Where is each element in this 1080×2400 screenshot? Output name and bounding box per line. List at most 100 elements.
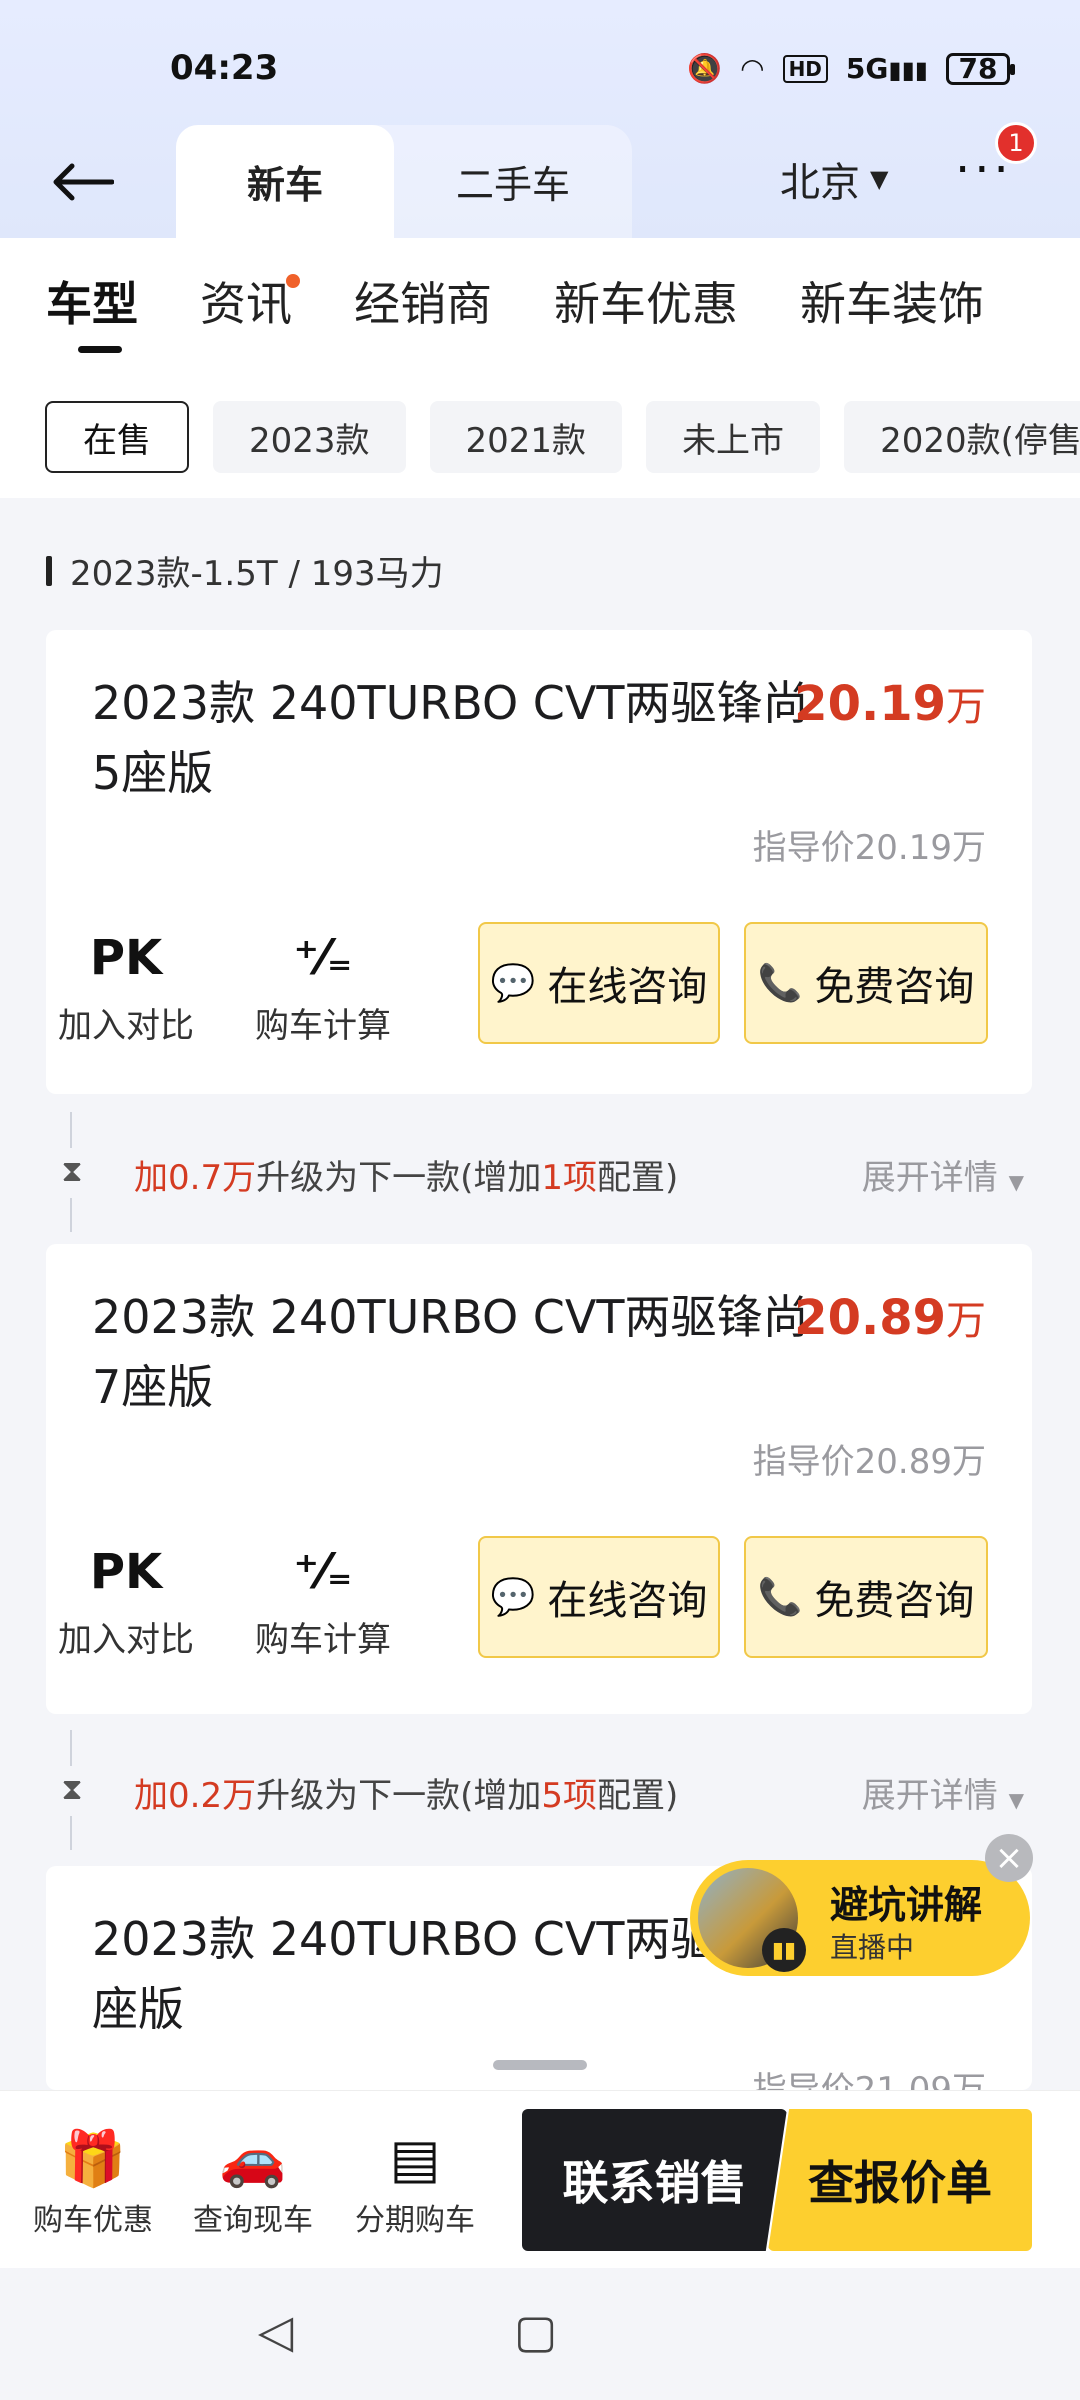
bottom-stock-label: 查询现车 xyxy=(193,2203,313,2238)
live-stream-widget[interactable]: ▮▮ 避坑讲解 直播中 xyxy=(690,1860,1030,1976)
status-icons: 🔕 ◠ HD 5G▮▮▮ 78 xyxy=(687,52,1015,85)
caret-down-icon: ▼ xyxy=(870,165,889,193)
compare-button[interactable]: PK 加入对比 xyxy=(46,1544,206,1661)
upgrade-row[interactable]: ⧗ 加0.2万升级为下一款(增加5项配置) 展开详情 ▼ xyxy=(0,1730,1080,1850)
model-card[interactable]: 2023款 240TURBO CVT两驱锋尚5座版 20.19万 指导价20.1… xyxy=(46,630,1032,1094)
upgrade-amount: 加0.7万 xyxy=(134,1158,257,1198)
collapse-icon: ⧗ xyxy=(52,1148,92,1198)
close-icon[interactable]: × xyxy=(985,1834,1033,1882)
model-price: 20.19万 xyxy=(794,674,986,732)
section-label: 2023款-1.5T / 193马力 xyxy=(46,546,444,595)
system-nav-bar: ◁ ▢ xyxy=(0,2268,1080,2400)
upgrade-text: 加0.2万升级为下一款(增加5项配置) xyxy=(134,1768,678,1817)
gift-icon: 🎁 xyxy=(59,2127,127,2190)
collapse-icon: ⧗ xyxy=(52,1766,92,1816)
subnav-news[interactable]: 资讯 xyxy=(200,268,300,334)
upgrade-row[interactable]: ⧗ 加0.7万升级为下一款(增加1项配置) 展开详情 ▼ xyxy=(0,1112,1080,1232)
expand-label: 展开详情 xyxy=(861,1776,998,1816)
tab-new-car[interactable]: 新车 xyxy=(176,125,394,238)
calculator-button[interactable]: ⁺⁄₌ 购车计算 xyxy=(243,1544,403,1661)
guide-price: 指导价21.09万 xyxy=(752,2070,986,2090)
mute-icon: 🔕 xyxy=(687,52,723,85)
city-selector[interactable]: 北京 ▼ xyxy=(780,150,888,208)
expand-label: 展开详情 xyxy=(861,1158,998,1198)
model-card[interactable]: 2023款 240TURBO CVT两驱锋尚7座版 20.89万 指导价20.8… xyxy=(46,1244,1032,1714)
top-nav: 新车 二手车 北京 ▼ ··· 1 xyxy=(0,120,1080,238)
subnav-news-label: 资讯 xyxy=(200,277,292,331)
back-arrow-icon[interactable] xyxy=(42,142,122,222)
section-bar xyxy=(46,555,52,586)
status-bar: 04:23 🔕 ◠ HD 5G▮▮▮ 78 xyxy=(0,40,1080,100)
expand-details[interactable]: 展开详情 ▼ xyxy=(862,1768,1024,1817)
status-time: 04:23 xyxy=(170,48,279,88)
online-consult-button[interactable]: 💬 在线咨询 xyxy=(478,922,720,1044)
hd-icon: HD xyxy=(782,54,828,83)
network-label: 5G xyxy=(845,52,889,85)
live-status: 直播中 xyxy=(830,1931,915,1964)
unread-dot xyxy=(286,274,300,288)
calculator-label: 购车计算 xyxy=(255,1006,391,1046)
battery-level: 78 xyxy=(958,52,998,85)
filter-upcoming[interactable]: 未上市 xyxy=(646,401,821,473)
nav-back-icon[interactable]: ◁ xyxy=(258,2304,293,2358)
calculator-label: 购车计算 xyxy=(255,1620,391,1660)
guide-price: 指导价20.89万 xyxy=(752,1442,986,1482)
guide-price: 指导价20.19万 xyxy=(752,828,986,868)
check-price-button[interactable]: 查报价单 xyxy=(768,2109,1032,2251)
wifi-icon: ◠ xyxy=(740,52,765,85)
upgrade-text: 加0.7万升级为下一款(增加1项配置) xyxy=(134,1150,678,1199)
section-label-text: 2023款-1.5T / 193马力 xyxy=(70,554,444,594)
free-consult-label: 免费咨询 xyxy=(814,1578,975,1624)
caret-down-icon: ▼ xyxy=(1008,1170,1024,1194)
drag-handle[interactable] xyxy=(493,2060,587,2070)
list-icon: ▤ xyxy=(389,2127,441,2190)
subnav-models[interactable]: 车型 xyxy=(46,268,138,353)
bottom-stock[interactable]: 🚗 查询现车 xyxy=(178,2127,328,2239)
city-label: 北京 xyxy=(780,160,860,206)
calculator-button[interactable]: ⁺⁄₌ 购车计算 xyxy=(243,930,403,1047)
calculator-icon: ⁺⁄₌ xyxy=(293,930,353,986)
bottom-installment[interactable]: ▤ 分期购车 xyxy=(340,2127,490,2239)
price-unit: 万 xyxy=(946,684,986,730)
upgrade-amount: 加0.2万 xyxy=(134,1776,257,1816)
filter-chips: 在售 2023款 2021款 未上市 2020款(停售) xyxy=(45,401,1080,473)
live-title: 避坑讲解 xyxy=(830,1883,983,1927)
filter-2021[interactable]: 2021款 xyxy=(429,401,623,473)
caret-down-icon: ▼ xyxy=(1008,1788,1024,1812)
model-title: 2023款 240TURBO CVT两驱锋尚5座版 xyxy=(92,676,809,800)
upgrade-middle: 升级为下一款(增加 xyxy=(256,1158,542,1198)
subnav-offers[interactable]: 新车优惠 xyxy=(554,268,738,334)
bottom-offers-label: 购车优惠 xyxy=(33,2203,153,2238)
bottom-installment-label: 分期购车 xyxy=(355,2203,475,2238)
filter-on-sale[interactable]: 在售 xyxy=(45,401,189,473)
subnav-dealers[interactable]: 经销商 xyxy=(354,268,492,334)
chat-icon: 💬 xyxy=(490,1577,536,1618)
price-value: 20.19 xyxy=(794,676,946,732)
free-consult-button[interactable]: 📞 免费咨询 xyxy=(744,922,988,1044)
nav-home-icon[interactable]: ▢ xyxy=(514,2304,557,2358)
bottom-action-bar: 🎁 购车优惠 🚗 查询现车 ▤ 分期购车 联系销售 查报价单 xyxy=(0,2090,1080,2268)
compare-label: 加入对比 xyxy=(58,1620,194,1660)
upgrade-tail: 配置) xyxy=(596,1158,679,1198)
online-consult-button[interactable]: 💬 在线咨询 xyxy=(478,1536,720,1658)
compare-button[interactable]: PK 加入对比 xyxy=(46,930,206,1047)
upgrade-count: 5项 xyxy=(541,1776,597,1816)
model-title: 2023款 240TURBO CVT两驱锋尚7座版 xyxy=(92,1290,809,1414)
phone-icon: 📞 xyxy=(757,1577,803,1618)
bottom-offers[interactable]: 🎁 购车优惠 xyxy=(18,2127,168,2239)
free-consult-button[interactable]: 📞 免费咨询 xyxy=(744,1536,988,1658)
chat-icon: 💬 xyxy=(490,963,536,1004)
filter-2020[interactable]: 2020款(停售) xyxy=(844,401,1080,473)
pk-icon: PK xyxy=(89,930,163,986)
filter-2023[interactable]: 2023款 xyxy=(213,401,406,473)
expand-details[interactable]: 展开详情 ▼ xyxy=(862,1150,1024,1199)
signal-icon: 5G▮▮▮ xyxy=(845,52,928,85)
subnav-decoration[interactable]: 新车装饰 xyxy=(800,268,984,334)
compare-label: 加入对比 xyxy=(58,1006,194,1046)
price-unit: 万 xyxy=(946,1298,986,1344)
calculator-icon: ⁺⁄₌ xyxy=(293,1544,353,1600)
contact-sales-button[interactable]: 联系销售 xyxy=(522,2109,787,2251)
model-price: 20.89万 xyxy=(794,1288,986,1346)
arrow-left-icon xyxy=(53,163,114,201)
tab-used-car[interactable]: 二手车 xyxy=(394,125,632,238)
